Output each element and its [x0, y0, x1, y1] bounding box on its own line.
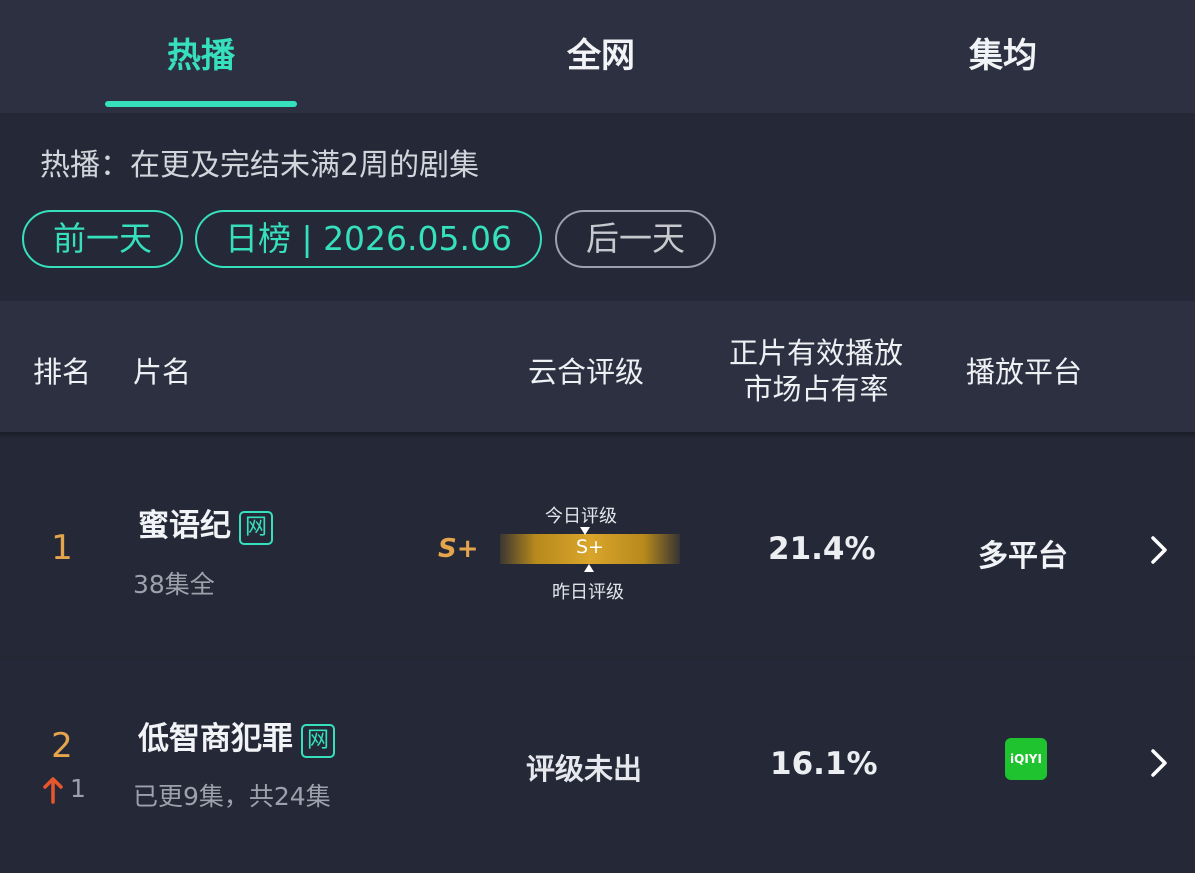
rank-number: 1 — [51, 528, 73, 568]
drama-title-text: 低智商犯罪 — [138, 721, 293, 757]
header-platform: 播放平台 — [966, 355, 1083, 389]
header-rank: 排名 — [33, 355, 92, 389]
yesterday-marker-icon — [584, 564, 594, 572]
active-tab-indicator — [105, 101, 297, 107]
drama-title-text: 蜜语纪 — [138, 508, 231, 544]
chevron-right-icon[interactable] — [1142, 746, 1176, 780]
iqiyi-logo: iQIYI — [1005, 738, 1047, 780]
rating-bar-value: S+ — [576, 536, 604, 558]
episode-status: 38集全 — [133, 570, 215, 599]
web-series-badge: 网 — [301, 723, 335, 758]
yesterday-rating-label: 昨日评级 — [552, 582, 624, 603]
market-share: 16.1% — [770, 746, 878, 782]
rank-number: 2 — [51, 726, 73, 766]
prev-day-button[interactable]: 前一天 — [22, 210, 183, 268]
today-marker-icon — [580, 527, 590, 535]
market-share: 21.4% — [768, 531, 876, 567]
rank-change: 1 — [70, 774, 86, 803]
drama-title: 低智商犯罪网 — [138, 713, 335, 758]
episode-status: 已更9集，共24集 — [133, 782, 331, 811]
tab-episode-average[interactable]: 集均 — [907, 34, 1099, 78]
header-rating: 云合评级 — [528, 355, 645, 389]
drama-title: 蜜语纪网 — [138, 500, 273, 545]
header-share-line2: 市场占有率 — [743, 372, 889, 406]
table-row[interactable]: 2 1 低智商犯罪网 已更9集，共24集 评级未出 16.1% iQIYI — [0, 660, 1195, 873]
arrow-up-icon — [42, 776, 64, 804]
next-day-button[interactable]: 后一天 — [555, 210, 716, 268]
rating-value: S+ — [438, 534, 479, 564]
today-rating-label: 今日评级 — [545, 506, 617, 527]
date-selector[interactable]: 日榜 | 2026.05.06 — [195, 210, 542, 268]
table-row[interactable]: 1 蜜语纪网 38集全 S+ 今日评级 S+ 昨日评级 21.4% 多平台 — [0, 438, 1195, 656]
web-series-badge: 网 — [239, 510, 273, 545]
top-tab-bar: 热播 全网 集均 — [0, 0, 1195, 113]
platform-text: 多平台 — [978, 539, 1068, 574]
chevron-right-icon[interactable] — [1142, 533, 1176, 567]
list-description: 热播：在更及完结未满2周的剧集 — [40, 148, 480, 183]
tab-hot[interactable]: 热播 — [105, 34, 297, 78]
rating-pending: 评级未出 — [526, 752, 643, 786]
header-title: 片名 — [133, 355, 192, 389]
tab-all-network[interactable]: 全网 — [505, 34, 697, 78]
